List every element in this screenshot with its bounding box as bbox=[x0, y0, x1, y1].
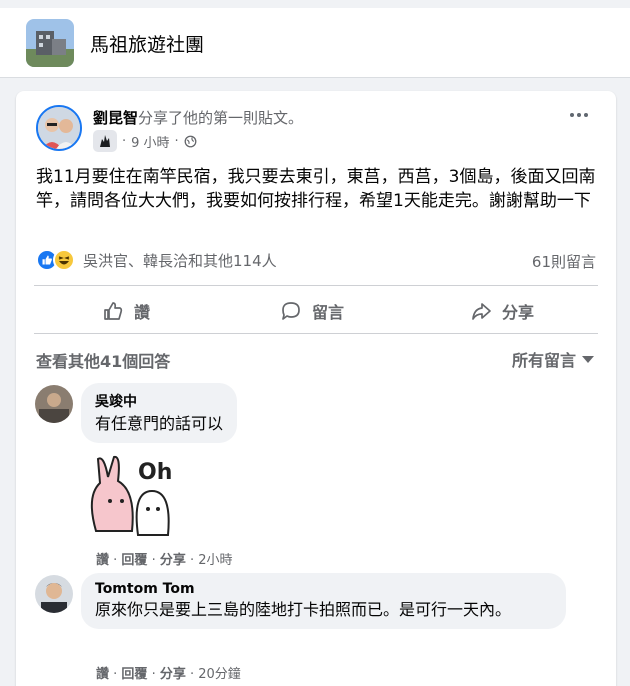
comment-like-link-2[interactable]: 讚 bbox=[96, 667, 109, 682]
meta-separator: · bbox=[122, 133, 127, 149]
haha-reaction-icon bbox=[53, 249, 75, 271]
comment-share-link-2[interactable]: 分享 bbox=[160, 667, 186, 682]
post-card: 劉昆智分享了他的第一則貼文。 · 9 小時 · 我11月要住在南竿民宿，我只要去… bbox=[16, 91, 616, 686]
comment-actions-2: 讚 · 回覆 · 分享 · 20分鐘 bbox=[96, 667, 241, 682]
post-text: 我11月要住在南竿民宿，我只要去東引，東莒，西莒，3個島，後面又回南竿，請問各位… bbox=[36, 167, 596, 211]
sort-label: 所有留言 bbox=[511, 351, 576, 370]
comment-icon bbox=[282, 302, 300, 320]
sticker-text: Oh bbox=[138, 460, 172, 485]
comment-button[interactable]: 留言 bbox=[280, 297, 344, 325]
commenter-avatar-2[interactable] bbox=[35, 575, 73, 613]
share-icon bbox=[472, 303, 491, 320]
caret-down-icon bbox=[582, 355, 594, 363]
rising-star-badge-icon[interactable] bbox=[93, 130, 117, 152]
comment-label: 留言 bbox=[312, 303, 345, 322]
post-meta: · 9 小時 · bbox=[93, 130, 197, 152]
like-label: 讚 bbox=[134, 303, 151, 322]
share-button[interactable]: 分享 bbox=[470, 297, 534, 325]
author-avatar[interactable] bbox=[36, 105, 82, 151]
commenter-name[interactable]: 吳竣中 bbox=[95, 391, 223, 411]
group-header: 馬祖旅遊社團 bbox=[0, 8, 630, 78]
comment-count[interactable]: 61則留言 bbox=[532, 251, 596, 272]
comment-sort-dropdown[interactable]: 所有留言 bbox=[512, 347, 594, 371]
divider bbox=[34, 285, 598, 286]
view-more-comments[interactable]: 查看其他41個回答 bbox=[36, 348, 170, 372]
reaction-names: 吳洪官、韓長洽和其他114人 bbox=[83, 251, 277, 270]
comment-like-link[interactable]: 讚 bbox=[96, 553, 109, 568]
earth-icon bbox=[184, 135, 197, 147]
group-cover-thumbnail[interactable] bbox=[26, 19, 74, 67]
comment-time-2[interactable]: 20分鐘 bbox=[198, 667, 241, 682]
like-button[interactable]: 讚 bbox=[102, 297, 150, 325]
comment-actions: 讚 · 回覆 · 分享 · 2小時 bbox=[96, 553, 233, 568]
divider-2 bbox=[34, 333, 598, 334]
author-name[interactable]: 劉昆智 bbox=[93, 109, 138, 127]
like-icon bbox=[104, 302, 123, 320]
sticker-image: Oh bbox=[80, 451, 180, 541]
comment-time[interactable]: 2小時 bbox=[198, 553, 232, 568]
more-icon[interactable] bbox=[570, 113, 588, 117]
comment-share-link[interactable]: 分享 bbox=[160, 553, 186, 568]
comment-reply-link-2[interactable]: 回覆 bbox=[121, 667, 147, 682]
post-timestamp[interactable]: 9 小時 bbox=[131, 132, 169, 151]
comment-bubble-2: Tomtom Tom 原來你只是要上三島的陸地打卡拍照而已。是可行一天內。 bbox=[81, 573, 566, 629]
meta-separator-2: · bbox=[174, 133, 179, 149]
commenter-avatar[interactable] bbox=[35, 385, 73, 423]
comment-bubble: 吳竣中 有任意門的話可以 bbox=[81, 383, 238, 443]
commenter-name-2[interactable]: Tomtom Tom bbox=[95, 581, 552, 597]
comment-text-2: 原來你只是要上三島的陸地打卡拍照而已。是可行一天內。 bbox=[95, 600, 512, 619]
share-label: 分享 bbox=[502, 303, 535, 322]
author-action-text: 分享了他的第一則貼文。 bbox=[138, 109, 304, 127]
comment-text: 有任意門的話可以 bbox=[95, 414, 224, 433]
group-name[interactable]: 馬祖旅遊社團 bbox=[90, 30, 204, 57]
comment-reply-link[interactable]: 回覆 bbox=[121, 553, 147, 568]
author-line: 劉昆智分享了他的第一則貼文。 bbox=[93, 107, 303, 128]
reactions-summary[interactable]: 吳洪官、韓長洽和其他114人 bbox=[36, 249, 277, 271]
